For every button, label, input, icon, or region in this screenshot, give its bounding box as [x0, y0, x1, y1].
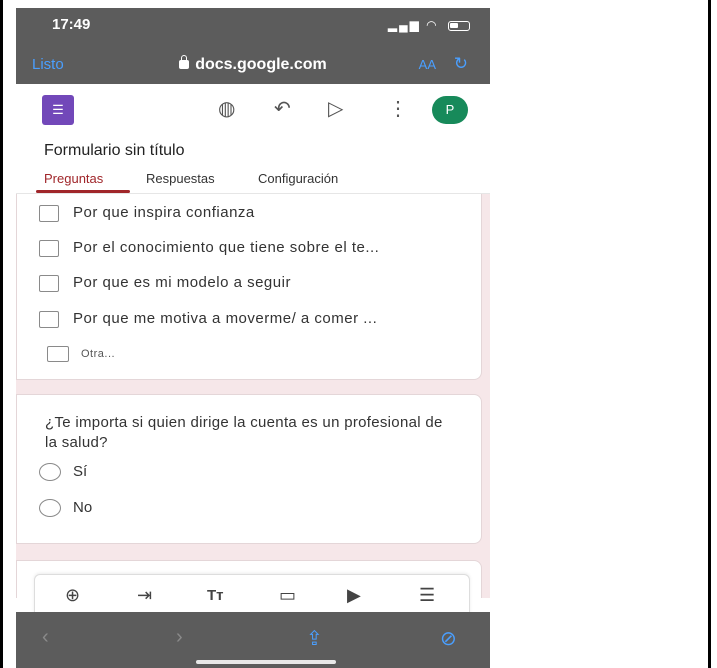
frame-border-right — [708, 0, 711, 668]
checkbox[interactable] — [39, 311, 59, 328]
share-icon[interactable]: ⇪ — [306, 626, 323, 651]
checkbox-option-label: Por que es mi modelo a seguir — [73, 274, 291, 291]
radio-button[interactable] — [39, 463, 61, 481]
lock-icon — [179, 55, 190, 69]
radio-option-label: Sí — [73, 463, 88, 480]
safari-url-bar: Listo docs.google.com AA ↻ — [16, 44, 490, 84]
question-card-checkboxes: Por que inspira confianza Por el conocim… — [16, 194, 482, 380]
forward-icon[interactable]: › — [176, 626, 183, 649]
forms-list-icon: ☰ — [52, 102, 64, 117]
question-card-radio: ¿Te importa si quien dirige la cuenta es… — [16, 394, 482, 544]
url-text: docs.google.com — [195, 56, 327, 73]
active-tab-indicator — [36, 190, 130, 193]
google-forms-logo[interactable]: ☰ — [42, 95, 74, 125]
checkbox-option-label: Por el conocimiento que tiene sobre el t… — [73, 239, 380, 256]
checkbox-option-label: Por que inspira confianza — [73, 204, 255, 221]
wifi-icon: ◠ — [426, 18, 439, 32]
reload-icon[interactable]: ↻ — [454, 54, 468, 74]
home-indicator — [196, 660, 336, 664]
add-other-option-label[interactable]: Otra... — [81, 348, 115, 360]
add-question-icon[interactable]: ⊕ — [65, 585, 80, 606]
tab-preguntas[interactable]: Preguntas — [44, 171, 103, 186]
battery-icon — [448, 20, 470, 31]
checkbox[interactable] — [39, 240, 59, 257]
tab-configuracion[interactable]: Configuración — [258, 171, 338, 186]
add-section-icon[interactable]: ☰ — [419, 585, 435, 606]
text-size-button[interactable]: AA — [419, 57, 436, 72]
import-questions-icon[interactable]: ⇥ — [137, 585, 152, 606]
form-title[interactable]: Formulario sin título — [44, 142, 185, 160]
phone-screen: 17:49 ▂▄▆ ◠ Listo docs.google.com AA ↻ ☰… — [16, 8, 490, 668]
add-title-icon[interactable]: Tт — [207, 587, 224, 604]
tab-respuestas[interactable]: Respuestas — [146, 171, 215, 186]
palette-icon[interactable]: ◍ — [218, 96, 235, 121]
question-title[interactable]: ¿Te importa si quien dirige la cuenta es… — [45, 413, 445, 453]
back-icon[interactable]: ‹ — [42, 626, 49, 649]
forms-header: ☰ ◍ ↶ ▷ ⋮ P Formulario sin título Pregun… — [16, 84, 490, 194]
compass-icon[interactable]: ⊘ — [440, 626, 457, 651]
add-other-checkbox[interactable] — [47, 346, 69, 362]
frame-border-left — [0, 0, 3, 668]
radio-button[interactable] — [39, 499, 61, 517]
signal-icon: ▂▄▆ — [387, 18, 421, 32]
undo-icon[interactable]: ↶ — [274, 96, 291, 121]
send-icon[interactable]: ▷ — [328, 96, 343, 121]
avatar[interactable]: P — [432, 96, 468, 124]
status-icons: ▂▄▆ ◠ — [388, 18, 470, 32]
checkbox[interactable] — [39, 205, 59, 222]
more-options-icon[interactable]: ⋮ — [388, 96, 408, 121]
add-video-icon[interactable]: ▶ — [347, 585, 361, 606]
status-time: 17:49 — [52, 16, 91, 33]
checkbox[interactable] — [39, 275, 59, 292]
checkbox-option-label: Por que me motiva a moverme/ a comer ... — [73, 310, 378, 327]
form-content: Por que inspira confianza Por el conocim… — [16, 194, 490, 598]
screenshot-frame: 17:49 ▂▄▆ ◠ Listo docs.google.com AA ↻ ☰… — [0, 0, 717, 668]
add-image-icon[interactable]: ▭ — [279, 585, 296, 606]
radio-option-label: No — [73, 499, 93, 516]
status-bar: 17:49 ▂▄▆ ◠ — [16, 8, 490, 44]
